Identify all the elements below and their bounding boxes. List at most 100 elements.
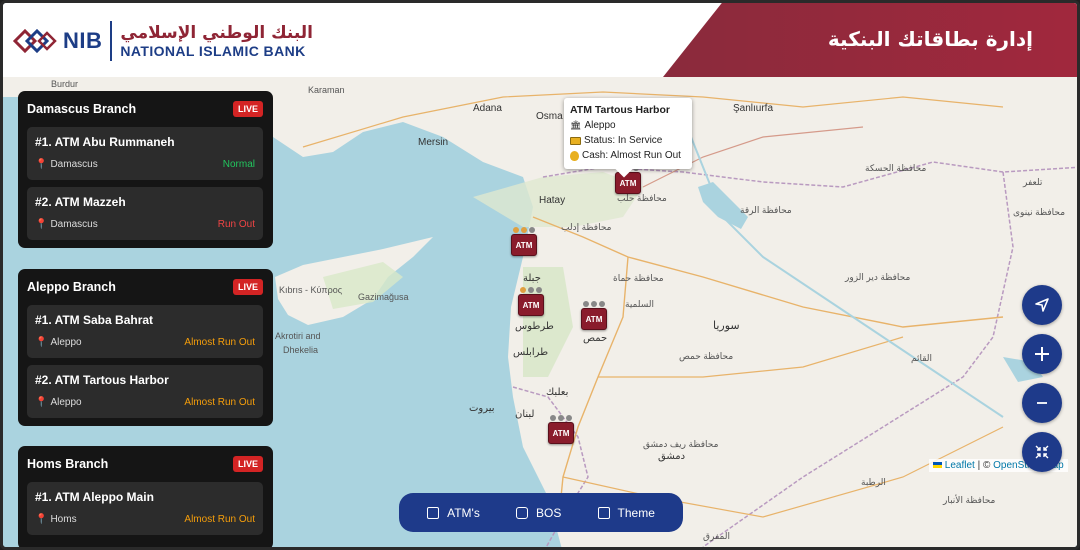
map-label-dhekelia: Dhekelia: [283, 345, 319, 355]
zoom-in-button[interactable]: [1022, 334, 1062, 374]
nav-label: Theme: [617, 505, 655, 520]
map-label-damascus: دمشق: [658, 451, 686, 462]
branch-panel-aleppo: Aleppo Branch LIVE #1. ATM Saba Bahrat 📍…: [18, 269, 273, 426]
atm-status: Normal: [222, 159, 255, 170]
branch-panel-homs: Homs Branch LIVE #1. ATM Aleppo Main 📍 Ho…: [18, 446, 273, 547]
atm-icon: [427, 506, 440, 519]
atm-location: Aleppo: [50, 337, 82, 348]
nav-atms[interactable]: ATM's: [427, 506, 480, 520]
atm-card[interactable]: #1. ATM Aleppo Main 📍 Homs Almost Run Out: [27, 482, 263, 535]
map-label-cyprus: Kıbrıs - Κύπρος: [279, 285, 343, 295]
money-bag-icon: [570, 150, 579, 161]
live-badge: LIVE: [232, 456, 263, 472]
map-label-adana: Adana: [473, 103, 502, 114]
map-label-idlib: محافظة إدلب: [561, 222, 612, 232]
location-pin-icon: 📍: [35, 219, 48, 230]
map-label-nineveh: محافظة نينوى: [1013, 207, 1066, 217]
atm-location: Homs: [50, 514, 77, 525]
map-label-sanliurfa: Şanlıurfa: [733, 103, 774, 114]
map-label-tripoli: طرابلس: [513, 347, 549, 358]
leaflet-link[interactable]: Leaflet: [945, 460, 975, 471]
map-label-beirut: بيروت: [469, 403, 495, 414]
popup-status: Status: In Service: [584, 135, 663, 146]
collapse-arrows-icon: [1035, 445, 1049, 459]
map-label-mafraq: المفرق: [703, 531, 730, 541]
popup-title: ATM Tartous Harbor: [570, 104, 670, 116]
branch-panel-damascus: Damascus Branch LIVE #1. ATM Abu Rummane…: [18, 91, 273, 248]
map-label-haditha: تلعفر: [1023, 177, 1043, 187]
atm-name: #2. ATM Tartous Harbor: [35, 373, 169, 387]
map-label-karaman: Karaman: [308, 85, 345, 95]
branch-title: Aleppo Branch: [27, 280, 116, 294]
map-label-hatay: Hatay: [539, 195, 566, 206]
atm-card[interactable]: #2. ATM Mazzeh 📍 Damascus Run Out: [27, 187, 263, 240]
map-label-anbar: محافظة الأنبار: [943, 495, 996, 505]
bank-logo: NIB البنك الوطني الإسلامي NATIONAL ISLAM…: [13, 19, 313, 63]
atm-name: #1. ATM Abu Rummaneh: [35, 135, 175, 149]
nav-bos[interactable]: BOS: [516, 506, 561, 520]
map-label-osmaniye: Osma: [536, 111, 563, 122]
map-label-gazimagusa: Gazimağusa: [358, 292, 409, 302]
popup-cash: Cash: Almost Run Out: [582, 150, 681, 161]
atm-card[interactable]: #2. ATM Tartous Harbor 📍 Aleppo Almost Ru…: [27, 365, 263, 418]
nav-label: BOS: [536, 505, 562, 520]
atm-status: Almost Run Out: [184, 337, 255, 348]
map-label-akrotiri: Akrotiri and: [275, 331, 321, 341]
location-pin-icon: 📍: [35, 514, 48, 525]
map-label-raqqa: محافظة الرقة: [740, 205, 792, 215]
map-label-baalbek: بعلبك: [546, 387, 569, 398]
collapse-button[interactable]: [1022, 432, 1062, 472]
atm-status: Almost Run Out: [184, 397, 255, 408]
popup-location: Aleppo: [584, 120, 616, 131]
atm-popup: ATM Tartous Harbor 🏛 Aleppo Status: In S…: [564, 98, 692, 178]
page-title: إدارة بطاقاتك البنكية: [827, 27, 1033, 51]
atm-card[interactable]: #1. ATM Abu Rummaneh 📍 Damascus Normal: [27, 127, 263, 180]
location-pin-icon: 📍: [35, 397, 48, 408]
logo-mark-icon: [13, 28, 57, 54]
nav-theme[interactable]: Theme: [597, 505, 655, 520]
app-frame: NIB البنك الوطني الإسلامي NATIONAL ISLAM…: [0, 0, 1080, 550]
map-label-tartus: طرطوس: [515, 321, 554, 332]
leaflet-flag-icon: [933, 462, 942, 469]
atm-status: Almost Run Out: [184, 514, 255, 525]
atm-marker-homs[interactable]: ATM: [581, 301, 607, 335]
atm-marker-damascus[interactable]: ATM: [548, 415, 574, 449]
card-icon: [570, 136, 581, 145]
logo-arabic-name: البنك الوطني الإسلامي: [120, 23, 314, 43]
map-label-lebanon: لبنان: [515, 409, 535, 420]
zoom-out-button[interactable]: [1022, 383, 1062, 423]
minus-icon: [1037, 402, 1047, 404]
atm-location: Aleppo: [50, 397, 82, 408]
map-label-hama-gov: محافظة حماة: [613, 273, 664, 283]
map-label-latakia: جبلة: [523, 273, 541, 284]
location-pin-icon: 📍: [35, 159, 48, 170]
map-label-salamiyah: السلمية: [625, 299, 654, 309]
atm-marker-tartus[interactable]: ATM: [518, 287, 544, 321]
bottom-nav: ATM's BOS Theme: [399, 493, 683, 532]
map-label-damascus-gov: محافظة ريف دمشق: [643, 439, 719, 449]
bank-building-icon: 🏛: [570, 120, 582, 130]
map-label-burdur: Burdur: [51, 79, 79, 89]
navigation-arrow-icon: [1035, 298, 1049, 312]
app-header: NIB البنك الوطني الإسلامي NATIONAL ISLAM…: [3, 3, 1077, 77]
map-label-hasakah: محافظة الحسكة: [865, 163, 927, 173]
live-badge: LIVE: [232, 279, 263, 295]
atm-marker-latakia[interactable]: ATM: [511, 227, 537, 261]
atm-name: #1. ATM Saba Bahrat: [35, 313, 154, 327]
atm-status: Run Out: [217, 219, 255, 230]
atm-card[interactable]: #1. ATM Saba Bahrat 📍 Aleppo Almost Run O…: [27, 305, 263, 358]
plus-icon: [1035, 347, 1049, 361]
nav-label: ATM's: [447, 505, 480, 520]
atm-location: Damascus: [50, 219, 98, 230]
logo-divider: [110, 21, 113, 61]
atm-location: Damascus: [50, 159, 98, 170]
logo-english-name: NATIONAL ISLAMIC BANK: [120, 43, 306, 59]
atm-name: #2. ATM Mazzeh: [35, 195, 126, 209]
map-label-rutba: الرطبة: [861, 477, 886, 487]
map-label-syria: سوريا: [713, 320, 740, 332]
logo-short: NIB: [63, 28, 103, 53]
map-label-qaim: القائم: [911, 353, 933, 363]
atm-name: #1. ATM Aleppo Main: [35, 490, 154, 504]
live-badge: LIVE: [232, 101, 263, 117]
locate-button[interactable]: [1022, 285, 1062, 325]
